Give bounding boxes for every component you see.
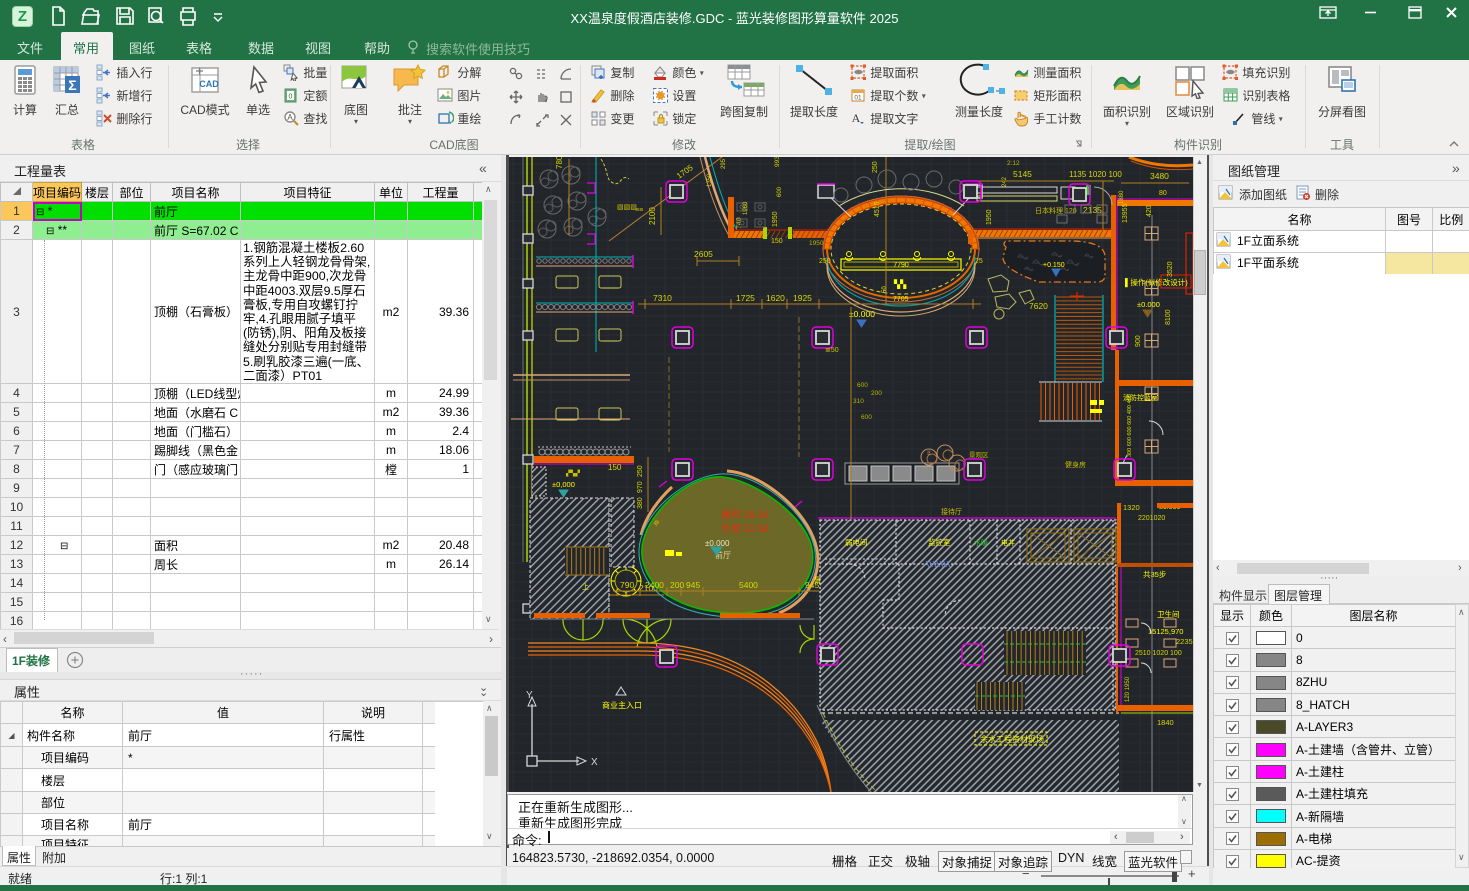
svg-text:50: 50 — [882, 286, 888, 293]
svg-text:1960: 1960 — [743, 201, 749, 215]
svg-text:2400: 2400 — [645, 580, 664, 590]
svg-text:±0.000: ±0.000 — [1137, 300, 1160, 309]
svg-text:8100: 8100 — [1165, 309, 1172, 325]
svg-text:13955: 13955 — [1122, 203, 1129, 223]
svg-text:1950: 1950 — [986, 209, 993, 225]
svg-text:≣50: ≣50 — [825, 345, 839, 354]
svg-text:4515: 4515 — [874, 201, 881, 217]
svg-text:商业主入口: 商业主入口 — [602, 700, 642, 710]
svg-text:250: 250 — [872, 161, 879, 173]
svg-text:▧▧▧: ▧▧▧ — [617, 204, 637, 211]
svg-text:2235: 2235 — [1176, 637, 1193, 646]
svg-text:250: 250 — [819, 258, 831, 265]
svg-text:1880: 1880 — [1119, 190, 1125, 204]
svg-text:25: 25 — [975, 258, 983, 265]
svg-text:Σ: Σ — [68, 77, 76, 93]
svg-text:2201020: 2201020 — [1138, 515, 1165, 522]
svg-text:15125,970: 15125,970 — [1148, 627, 1183, 636]
svg-text:接待厅: 接待厅 — [941, 507, 962, 516]
svg-text:945: 945 — [686, 580, 700, 590]
svg-text:790: 790 — [620, 580, 634, 590]
svg-text:2100: 2100 — [648, 207, 657, 225]
svg-text:1925: 1925 — [793, 293, 812, 303]
svg-text:±0,000: ±0,000 — [552, 480, 575, 489]
svg-text:共35步: 共35步 — [1143, 570, 1167, 579]
svg-text:80: 80 — [1159, 190, 1167, 197]
svg-text:242: 242 — [1002, 176, 1008, 187]
svg-text:7310: 7310 — [653, 293, 672, 303]
svg-text:1950: 1950 — [809, 240, 824, 247]
svg-text:7790: 7790 — [893, 262, 909, 269]
svg-text:600: 600 — [777, 186, 783, 197]
svg-text:1950: 1950 — [772, 211, 779, 227]
svg-text:01: 01 — [854, 95, 862, 102]
svg-text:120 1950: 120 1950 — [1125, 676, 1131, 702]
svg-text:380: 380 — [637, 497, 644, 509]
svg-text:᎒᎒: ᎒᎒ — [927, 450, 931, 457]
svg-text:600: 600 — [857, 382, 868, 389]
svg-text:▌操作(似修改设计): ▌操作(似修改设计) — [1125, 277, 1188, 288]
svg-text:1840: 1840 — [1157, 718, 1174, 727]
svg-text:600: 600 — [861, 414, 872, 421]
svg-text:1135 1020 100: 1135 1020 100 — [1069, 170, 1122, 179]
svg-text:1320: 1320 — [1123, 503, 1140, 512]
svg-text:▚▚: ▚▚ — [893, 279, 907, 289]
svg-text:日本料理 120: 日本料理 120 — [1035, 206, 1077, 215]
svg-text:5400: 5400 — [739, 580, 758, 590]
svg-text:900: 900 — [1135, 335, 1142, 347]
svg-text:1350: 1350 — [707, 173, 713, 187]
svg-text:150: 150 — [771, 238, 783, 245]
svg-text:0: 0 — [289, 94, 293, 101]
svg-text:3480: 3480 — [1150, 171, 1169, 181]
svg-text:健身房: 健身房 — [1065, 460, 1086, 469]
svg-text:卫生间: 卫生间 — [1157, 609, 1180, 619]
svg-text:7620: 7620 — [1029, 301, 1048, 311]
svg-text:200: 200 — [670, 580, 684, 590]
svg-text:电井: 电井 — [1001, 538, 1015, 547]
svg-text:310: 310 — [853, 398, 864, 405]
svg-text:780: 780 — [555, 157, 564, 169]
svg-text:弱电间: 弱电间 — [845, 537, 868, 547]
svg-text:长度:22.98: 长度:22.98 — [721, 522, 769, 535]
svg-text:±0.000: ±0.000 — [849, 309, 875, 319]
svg-text:3520: 3520 — [1167, 261, 1174, 277]
svg-text:150: 150 — [608, 463, 622, 472]
svg-text:300 600 600 600 400 400: 300 600 600 600 400 400 — [1127, 394, 1133, 457]
svg-text:5145: 5145 — [1013, 169, 1032, 179]
svg-text:A: A — [852, 111, 861, 125]
svg-text:监控室: 监控室 — [928, 537, 951, 547]
svg-text:Y: Y — [526, 690, 533, 701]
svg-text:970: 970 — [637, 481, 644, 493]
svg-text:余水工程资材现场: 余水工程资材现场 — [980, 734, 1044, 744]
svg-text:1725: 1725 — [736, 293, 755, 303]
svg-text:景观区: 景观区 — [969, 451, 989, 459]
svg-text:993: 993 — [774, 157, 781, 167]
svg-text:+0.150: +0.150 — [1043, 262, 1065, 269]
svg-text:200: 200 — [871, 390, 882, 397]
svg-text:1620: 1620 — [766, 293, 785, 303]
svg-text:CAD: CAD — [199, 79, 219, 89]
svg-text:295: 295 — [721, 158, 727, 169]
svg-text:2510 1020 100: 2510 1020 100 — [1135, 650, 1182, 657]
svg-text:X: X — [591, 757, 598, 768]
svg-text:250: 250 — [637, 465, 644, 477]
svg-text:水暖: 水暖 — [974, 538, 988, 547]
svg-text:7705: 7705 — [893, 296, 909, 303]
svg-text:上: 上 — [582, 582, 589, 591]
svg-text:2:12: 2:12 — [1007, 160, 1020, 167]
svg-text:A: A — [287, 113, 293, 122]
svg-text:面积:39.36: 面积:39.36 — [721, 509, 769, 521]
